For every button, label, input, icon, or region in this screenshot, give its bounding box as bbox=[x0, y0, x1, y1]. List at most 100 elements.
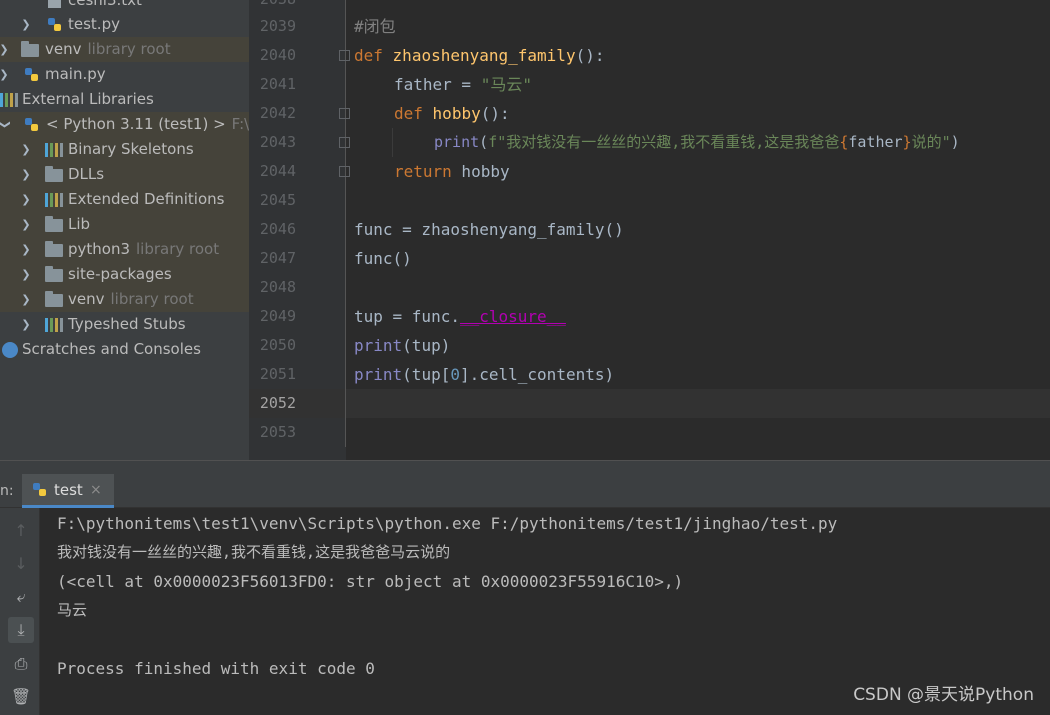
line-number: 2045 bbox=[259, 191, 296, 209]
sdk-path-hint: F:\py bbox=[231, 115, 249, 133]
tree-item-venv-lib[interactable]: ❯ venv library root bbox=[0, 287, 249, 312]
folder-icon bbox=[45, 166, 63, 182]
tree-item-label: Scratches and Consoles bbox=[22, 340, 201, 358]
current-line-highlight bbox=[249, 389, 1050, 418]
brace-token: } bbox=[902, 133, 912, 151]
tree-item-binary-skeletons[interactable]: ❯ Binary Skeletons bbox=[0, 137, 249, 162]
code-token: hobby bbox=[451, 162, 510, 181]
fold-marker-icon[interactable] bbox=[339, 50, 350, 61]
run-tab-test[interactable]: test × bbox=[22, 474, 114, 508]
chevron-right-icon[interactable]: ❯ bbox=[19, 312, 33, 337]
tree-item-label: main.py bbox=[45, 65, 106, 83]
tree-item-python3[interactable]: ❯ python3 library root bbox=[0, 237, 249, 262]
watermark: CSDN @景天说Python bbox=[853, 685, 1034, 705]
scratches-icon bbox=[2, 342, 18, 358]
function-name-token: hobby bbox=[432, 104, 481, 123]
tree-item-venv[interactable]: ❯ venv library root bbox=[0, 37, 249, 62]
chevron-right-icon[interactable]: ❯ bbox=[19, 212, 33, 237]
python-file-icon bbox=[25, 68, 38, 81]
fold-marker-icon[interactable] bbox=[339, 137, 350, 148]
code-token: ) bbox=[950, 133, 960, 151]
tree-item-site-packages[interactable]: ❯ site-packages bbox=[0, 262, 249, 287]
line-number: 2040 bbox=[259, 46, 296, 64]
brace-token: { bbox=[839, 133, 849, 151]
folder-icon bbox=[21, 41, 39, 57]
keyword-token: def bbox=[354, 46, 383, 65]
library-icon bbox=[0, 93, 18, 107]
line-number: 2051 bbox=[259, 365, 296, 383]
tree-item-typeshed-stubs[interactable]: ❯ Typeshed Stubs bbox=[0, 312, 249, 337]
soft-wrap-icon[interactable]: ⤶ bbox=[8, 584, 34, 610]
code-line-2049: tup = func.__closure__ bbox=[354, 302, 566, 331]
tree-item-label: Typeshed Stubs bbox=[68, 315, 186, 333]
print-icon[interactable]: ⎙ bbox=[8, 651, 34, 677]
line-number: 2053 bbox=[259, 423, 296, 441]
tree-item-label: site-packages bbox=[68, 265, 172, 283]
library-root-hint: library root bbox=[87, 40, 171, 58]
tree-item-label: External Libraries bbox=[22, 90, 154, 108]
tree-item-test-py[interactable]: ❯ test.py bbox=[0, 12, 249, 37]
tree-item-external-libraries[interactable]: External Libraries bbox=[0, 87, 249, 112]
magic-attribute-token: __closure__ bbox=[459, 307, 566, 326]
indent-guide bbox=[392, 128, 393, 157]
library-icon bbox=[45, 143, 63, 157]
string-token: 说的" bbox=[911, 133, 951, 151]
chevron-right-icon[interactable]: ❯ bbox=[0, 37, 11, 62]
chevron-right-icon[interactable]: ❯ bbox=[19, 237, 33, 262]
code-token: father = bbox=[394, 75, 481, 94]
tree-item-main-py[interactable]: ❯ main.py bbox=[0, 62, 249, 87]
trash-icon[interactable]: 🗑 bbox=[8, 684, 34, 710]
tree-item-label: venv bbox=[45, 40, 82, 58]
rerun-down-icon[interactable]: ↓ bbox=[8, 551, 34, 577]
console-line: (<cell at 0x0000023F56013FD0: str object… bbox=[57, 572, 684, 591]
chevron-right-icon[interactable]: ❯ bbox=[19, 12, 33, 37]
code-token: func = zhaoshenyang_family() bbox=[354, 220, 624, 239]
python-file-icon bbox=[48, 18, 61, 31]
tree-item-label: test.py bbox=[68, 15, 120, 33]
code-line-2043: print(f"我对钱没有一丝丝的兴趣,我不看重钱,这是我爸爸{father}说… bbox=[434, 128, 960, 157]
fold-marker-icon[interactable] bbox=[339, 108, 350, 119]
fold-marker-icon[interactable] bbox=[339, 166, 350, 177]
line-number: 2050 bbox=[259, 336, 296, 354]
scroll-to-end-icon[interactable]: ⤓ bbox=[8, 617, 34, 643]
tree-item-extended-definitions[interactable]: ❯ Extended Definitions bbox=[0, 187, 249, 212]
tree-item-label: Lib bbox=[68, 215, 91, 233]
chevron-right-icon[interactable]: ❯ bbox=[19, 262, 33, 287]
tree-item-scratches[interactable]: Scratches and Consoles bbox=[0, 337, 249, 362]
folder-icon bbox=[45, 216, 63, 232]
library-root-hint: library root bbox=[110, 290, 194, 308]
chevron-right-icon[interactable]: ❯ bbox=[19, 162, 33, 187]
chevron-right-icon[interactable]: ❯ bbox=[19, 137, 33, 162]
run-toolbar: n: test × bbox=[0, 474, 1050, 508]
chevron-right-icon[interactable]: ❯ bbox=[19, 187, 33, 212]
chevron-right-icon[interactable]: ❯ bbox=[19, 287, 33, 312]
keyword-token: return bbox=[394, 162, 452, 181]
close-icon[interactable]: × bbox=[90, 474, 102, 506]
code-token: ( bbox=[479, 133, 489, 151]
keyword-token: def bbox=[394, 104, 423, 123]
tree-item-lib[interactable]: ❯ Lib bbox=[0, 212, 249, 237]
code-token: father bbox=[848, 133, 903, 151]
code-line-2041: father = "马云" bbox=[394, 70, 532, 99]
code-token: (tup[ bbox=[402, 365, 451, 384]
chevron-down-icon[interactable]: ❯ bbox=[0, 118, 18, 132]
code-line-2042: def hobby(): bbox=[394, 99, 510, 128]
tree-item-label: Extended Definitions bbox=[68, 190, 225, 208]
rerun-up-icon[interactable]: ↑ bbox=[8, 518, 34, 544]
folder-icon bbox=[45, 241, 63, 257]
code-line-2047: func() bbox=[354, 244, 412, 273]
line-number: 2039 bbox=[259, 17, 296, 35]
line-number: 2049 bbox=[259, 307, 296, 325]
panel-splitter[interactable] bbox=[0, 460, 1050, 474]
function-name-token: zhaoshenyang_family bbox=[392, 46, 576, 65]
console-line: 我对钱没有一丝丝的兴趣,我不看重钱,这是我爸爸马云说的 bbox=[57, 543, 451, 561]
code-line-2039: #闭包 bbox=[354, 12, 396, 41]
tree-item-python-sdk[interactable]: ❯ < Python 3.11 (test1) > F:\py bbox=[0, 112, 249, 137]
line-number: 2042 bbox=[259, 104, 296, 122]
tree-item-dlls[interactable]: ❯ DLLs bbox=[0, 162, 249, 187]
line-number: 2047 bbox=[259, 249, 296, 267]
chevron-right-icon[interactable]: ❯ bbox=[0, 62, 11, 87]
console-line: 马云 bbox=[57, 601, 88, 619]
text-file-icon bbox=[48, 0, 61, 8]
builtin-token: print bbox=[354, 365, 403, 384]
